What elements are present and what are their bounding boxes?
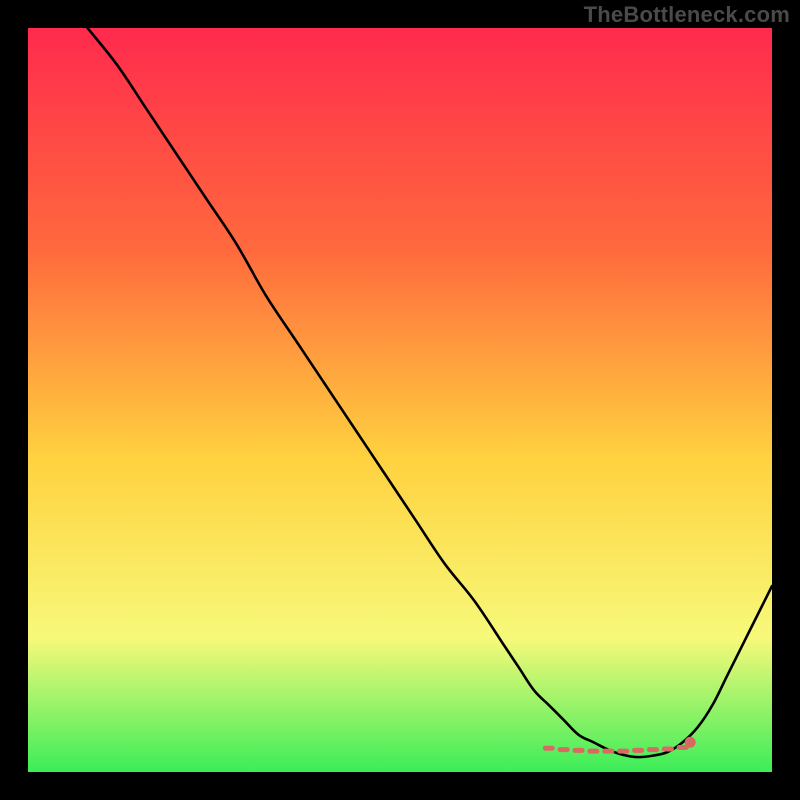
optimal-range-tick [558, 747, 570, 752]
plot-area [28, 28, 772, 772]
selected-point-marker [685, 737, 696, 748]
optimal-range-tick [543, 746, 555, 751]
optimal-range-tick [632, 748, 644, 753]
optimal-range-tick [647, 747, 659, 752]
watermark-label: TheBottleneck.com [584, 2, 790, 28]
optimal-range-tick [602, 749, 614, 754]
gradient-background [28, 28, 772, 772]
optimal-range-tick [587, 749, 599, 754]
optimal-range-tick [617, 749, 629, 754]
optimal-range-tick [573, 748, 585, 753]
chart-frame: TheBottleneck.com [0, 0, 800, 800]
optimal-range-tick [662, 746, 674, 751]
bottleneck-chart [28, 28, 772, 772]
